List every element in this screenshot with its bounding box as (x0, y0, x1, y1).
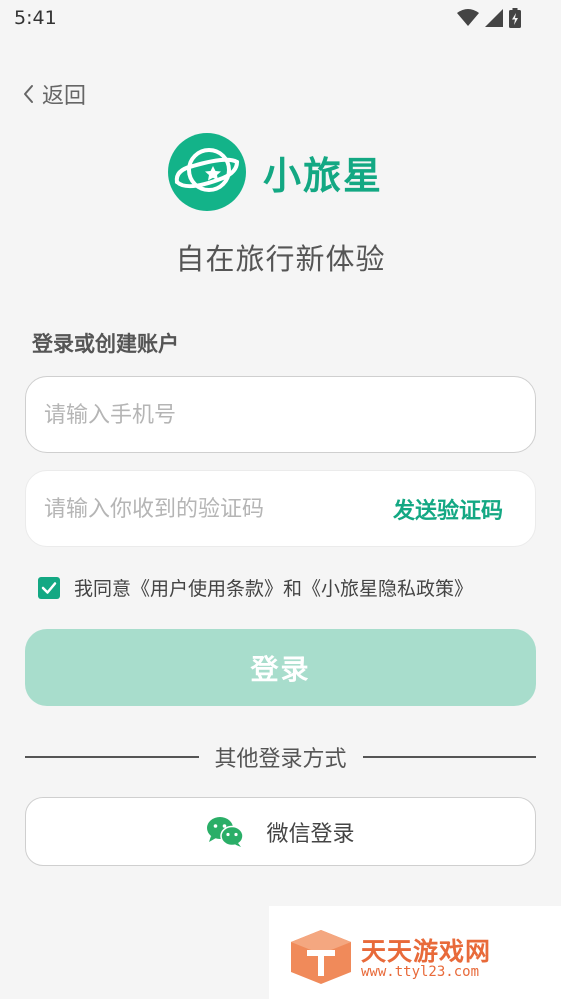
planet-logo-icon (168, 133, 246, 211)
send-code-button[interactable]: 发送验证码 (393, 471, 503, 546)
battery-icon (509, 8, 521, 28)
code-input[interactable] (42, 471, 366, 548)
login-button[interactable]: 登录 (25, 629, 536, 706)
section-title: 登录或创建账户 (32, 332, 179, 356)
slogan: 自在旅行新体验 (175, 242, 386, 276)
brand-header: 小旅星 (167, 132, 383, 212)
divider-line-left (25, 756, 199, 758)
watermark-name: 天天游戏网 (361, 937, 492, 966)
back-button[interactable]: 返回 (22, 78, 86, 110)
phone-field (25, 376, 536, 454)
watermark-logo-icon (291, 930, 351, 984)
agreement-checkbox[interactable] (38, 576, 60, 599)
back-label: 返回 (42, 84, 87, 109)
divider-text: 其他登录方式 (214, 747, 347, 772)
agreement-row: 我同意《用户使用条款》和《小旅星隐私政策》 (38, 574, 473, 601)
divider-line-right (362, 756, 537, 758)
status-icons (457, 8, 521, 28)
wifi-icon (457, 9, 479, 26)
phone-input[interactable] (42, 377, 366, 454)
status-time: 5:41 (14, 7, 57, 29)
other-login-divider: 其他登录方式 (25, 741, 537, 773)
status-bar: 5:41 (0, 0, 561, 40)
chevron-left-icon (24, 85, 33, 103)
signal-icon (485, 9, 503, 27)
site-watermark: 天天游戏网 www.ttyl23.com (269, 906, 561, 999)
agreement-text[interactable]: 我同意《用户使用条款》和《小旅星隐私政策》 (74, 574, 473, 601)
wechat-login-label: 微信登录 (266, 821, 355, 847)
code-field: 发送验证码 (25, 470, 536, 548)
wechat-icon (207, 816, 245, 847)
check-icon (41, 581, 57, 594)
app-name: 小旅星 (263, 153, 384, 198)
watermark-url: www.ttyl23.com (361, 964, 480, 980)
wechat-login-button[interactable]: 微信登录 (25, 797, 536, 866)
